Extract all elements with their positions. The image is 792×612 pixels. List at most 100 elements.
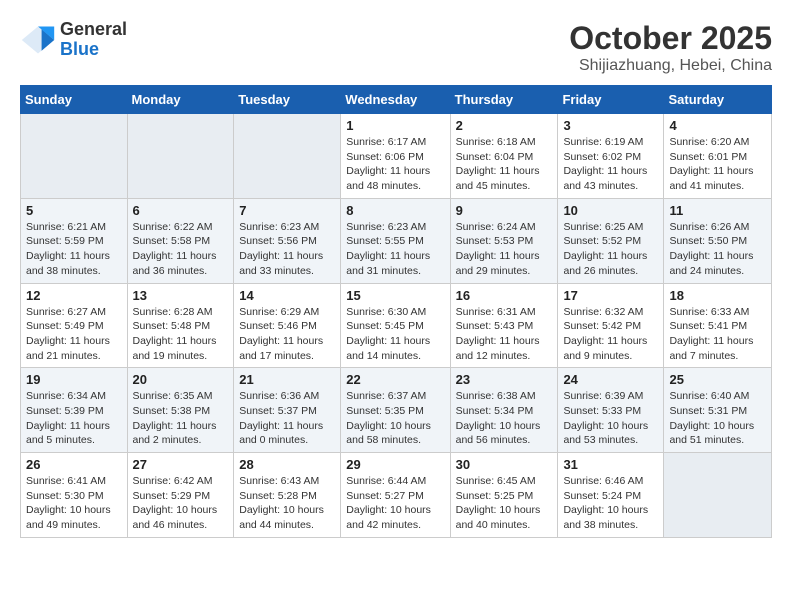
day-number: 3 bbox=[563, 118, 658, 133]
day-number: 5 bbox=[26, 203, 122, 218]
logo-text: General Blue bbox=[60, 20, 127, 60]
calendar-week-row: 12Sunrise: 6:27 AM Sunset: 5:49 PM Dayli… bbox=[21, 283, 772, 368]
calendar-week-row: 19Sunrise: 6:34 AM Sunset: 5:39 PM Dayli… bbox=[21, 368, 772, 453]
day-number: 24 bbox=[563, 372, 658, 387]
calendar-week-row: 1Sunrise: 6:17 AM Sunset: 6:06 PM Daylig… bbox=[21, 114, 772, 199]
logo: General Blue bbox=[20, 20, 127, 60]
calendar-cell: 27Sunrise: 6:42 AM Sunset: 5:29 PM Dayli… bbox=[127, 453, 234, 538]
day-number: 17 bbox=[563, 288, 658, 303]
day-info: Sunrise: 6:41 AM Sunset: 5:30 PM Dayligh… bbox=[26, 474, 122, 533]
day-info: Sunrise: 6:26 AM Sunset: 5:50 PM Dayligh… bbox=[669, 220, 766, 279]
weekday-header: Saturday bbox=[664, 86, 772, 114]
day-number: 14 bbox=[239, 288, 335, 303]
day-info: Sunrise: 6:38 AM Sunset: 5:34 PM Dayligh… bbox=[456, 389, 553, 448]
day-info: Sunrise: 6:44 AM Sunset: 5:27 PM Dayligh… bbox=[346, 474, 444, 533]
calendar-cell: 10Sunrise: 6:25 AM Sunset: 5:52 PM Dayli… bbox=[558, 198, 664, 283]
calendar-cell: 31 Sunrise: 6:46 AM Sunset: 5:24 PM Dayli… bbox=[558, 453, 664, 538]
calendar-cell: 30 Sunrise: 6:45 AM Sunset: 5:25 PM Dayli… bbox=[450, 453, 558, 538]
calendar-cell: 8Sunrise: 6:23 AM Sunset: 5:55 PM Daylig… bbox=[341, 198, 450, 283]
calendar-cell: 9 Sunrise: 6:24 AM Sunset: 5:53 PM Daylig… bbox=[450, 198, 558, 283]
day-info: Sunrise: 6:36 AM Sunset: 5:37 PM Dayligh… bbox=[239, 389, 335, 448]
day-number: 1 bbox=[346, 118, 444, 133]
day-info: Sunrise: 6:29 AM Sunset: 5:46 PM Dayligh… bbox=[239, 305, 335, 364]
day-number: 6 bbox=[133, 203, 229, 218]
day-info: Sunrise: 6:40 AM Sunset: 5:31 PM Dayligh… bbox=[669, 389, 766, 448]
day-info: Sunrise: 6:24 AM Sunset: 5:53 PM Dayligh… bbox=[456, 220, 553, 279]
calendar-cell bbox=[21, 114, 128, 199]
day-number: 19 bbox=[26, 372, 122, 387]
day-number: 11 bbox=[669, 203, 766, 218]
day-number: 8 bbox=[346, 203, 444, 218]
page-header: General Blue October 2025 Shijiazhuang, … bbox=[20, 20, 772, 75]
day-number: 27 bbox=[133, 457, 229, 472]
day-info: Sunrise: 6:33 AM Sunset: 5:41 PM Dayligh… bbox=[669, 305, 766, 364]
calendar-cell: 7 Sunrise: 6:23 AM Sunset: 5:56 PM Daylig… bbox=[234, 198, 341, 283]
calendar-cell: 18 Sunrise: 6:33 AM Sunset: 5:41 PM Dayli… bbox=[664, 283, 772, 368]
calendar-cell: 3 Sunrise: 6:19 AM Sunset: 6:02 PM Daylig… bbox=[558, 114, 664, 199]
title-section: October 2025 Shijiazhuang, Hebei, China bbox=[569, 20, 772, 75]
day-info: Sunrise: 6:39 AM Sunset: 5:33 PM Dayligh… bbox=[563, 389, 658, 448]
day-info: Sunrise: 6:31 AM Sunset: 5:43 PM Dayligh… bbox=[456, 305, 553, 364]
day-number: 4 bbox=[669, 118, 766, 133]
calendar-cell: 4 Sunrise: 6:20 AM Sunset: 6:01 PM Daylig… bbox=[664, 114, 772, 199]
calendar-cell: 19Sunrise: 6:34 AM Sunset: 5:39 PM Dayli… bbox=[21, 368, 128, 453]
calendar-cell: 14 Sunrise: 6:29 AM Sunset: 5:46 PM Dayli… bbox=[234, 283, 341, 368]
day-number: 18 bbox=[669, 288, 766, 303]
weekday-header: Tuesday bbox=[234, 86, 341, 114]
day-info: Sunrise: 6:21 AM Sunset: 5:59 PM Dayligh… bbox=[26, 220, 122, 279]
day-number: 9 bbox=[456, 203, 553, 218]
day-info: Sunrise: 6:30 AM Sunset: 5:45 PM Dayligh… bbox=[346, 305, 444, 364]
logo-blue-text: Blue bbox=[60, 40, 127, 60]
day-info: Sunrise: 6:20 AM Sunset: 6:01 PM Dayligh… bbox=[669, 135, 766, 194]
day-number: 31 bbox=[563, 457, 658, 472]
weekday-header: Wednesday bbox=[341, 86, 450, 114]
calendar-cell bbox=[127, 114, 234, 199]
calendar-body: 1Sunrise: 6:17 AM Sunset: 6:06 PM Daylig… bbox=[21, 114, 772, 538]
day-info: Sunrise: 6:37 AM Sunset: 5:35 PM Dayligh… bbox=[346, 389, 444, 448]
day-number: 13 bbox=[133, 288, 229, 303]
day-number: 2 bbox=[456, 118, 553, 133]
calendar-cell: 21 Sunrise: 6:36 AM Sunset: 5:37 PM Dayli… bbox=[234, 368, 341, 453]
day-info: Sunrise: 6:46 AM Sunset: 5:24 PM Dayligh… bbox=[563, 474, 658, 533]
day-info: Sunrise: 6:28 AM Sunset: 5:48 PM Dayligh… bbox=[133, 305, 229, 364]
weekday-header: Friday bbox=[558, 86, 664, 114]
calendar-cell bbox=[664, 453, 772, 538]
day-info: Sunrise: 6:32 AM Sunset: 5:42 PM Dayligh… bbox=[563, 305, 658, 364]
calendar-cell: 12Sunrise: 6:27 AM Sunset: 5:49 PM Dayli… bbox=[21, 283, 128, 368]
calendar-cell: 13 Sunrise: 6:28 AM Sunset: 5:48 PM Dayli… bbox=[127, 283, 234, 368]
logo-icon bbox=[20, 22, 56, 58]
day-number: 28 bbox=[239, 457, 335, 472]
weekday-header: Sunday bbox=[21, 86, 128, 114]
calendar-cell: 28Sunrise: 6:43 AM Sunset: 5:28 PM Dayli… bbox=[234, 453, 341, 538]
day-number: 29 bbox=[346, 457, 444, 472]
day-number: 7 bbox=[239, 203, 335, 218]
calendar-week-row: 26Sunrise: 6:41 AM Sunset: 5:30 PM Dayli… bbox=[21, 453, 772, 538]
calendar-header: SundayMondayTuesdayWednesdayThursdayFrid… bbox=[21, 86, 772, 114]
calendar-cell: 24 Sunrise: 6:39 AM Sunset: 5:33 PM Dayli… bbox=[558, 368, 664, 453]
day-info: Sunrise: 6:19 AM Sunset: 6:02 PM Dayligh… bbox=[563, 135, 658, 194]
calendar-cell: 17 Sunrise: 6:32 AM Sunset: 5:42 PM Dayli… bbox=[558, 283, 664, 368]
day-number: 23 bbox=[456, 372, 553, 387]
calendar-cell: 22Sunrise: 6:37 AM Sunset: 5:35 PM Dayli… bbox=[341, 368, 450, 453]
day-number: 21 bbox=[239, 372, 335, 387]
day-info: Sunrise: 6:35 AM Sunset: 5:38 PM Dayligh… bbox=[133, 389, 229, 448]
calendar-title: October 2025 bbox=[569, 20, 772, 57]
day-number: 25 bbox=[669, 372, 766, 387]
day-info: Sunrise: 6:23 AM Sunset: 5:56 PM Dayligh… bbox=[239, 220, 335, 279]
day-info: Sunrise: 6:18 AM Sunset: 6:04 PM Dayligh… bbox=[456, 135, 553, 194]
calendar-table: SundayMondayTuesdayWednesdayThursdayFrid… bbox=[20, 85, 772, 538]
weekday-header: Monday bbox=[127, 86, 234, 114]
day-number: 30 bbox=[456, 457, 553, 472]
calendar-cell: 16 Sunrise: 6:31 AM Sunset: 5:43 PM Dayli… bbox=[450, 283, 558, 368]
day-number: 20 bbox=[133, 372, 229, 387]
weekday-row: SundayMondayTuesdayWednesdayThursdayFrid… bbox=[21, 86, 772, 114]
calendar-cell bbox=[234, 114, 341, 199]
calendar-cell: 25 Sunrise: 6:40 AM Sunset: 5:31 PM Dayli… bbox=[664, 368, 772, 453]
calendar-cell: 20 Sunrise: 6:35 AM Sunset: 5:38 PM Dayli… bbox=[127, 368, 234, 453]
day-info: Sunrise: 6:45 AM Sunset: 5:25 PM Dayligh… bbox=[456, 474, 553, 533]
calendar-cell: 6Sunrise: 6:22 AM Sunset: 5:58 PM Daylig… bbox=[127, 198, 234, 283]
logo-general-text: General bbox=[60, 20, 127, 40]
day-number: 16 bbox=[456, 288, 553, 303]
day-number: 10 bbox=[563, 203, 658, 218]
day-number: 15 bbox=[346, 288, 444, 303]
